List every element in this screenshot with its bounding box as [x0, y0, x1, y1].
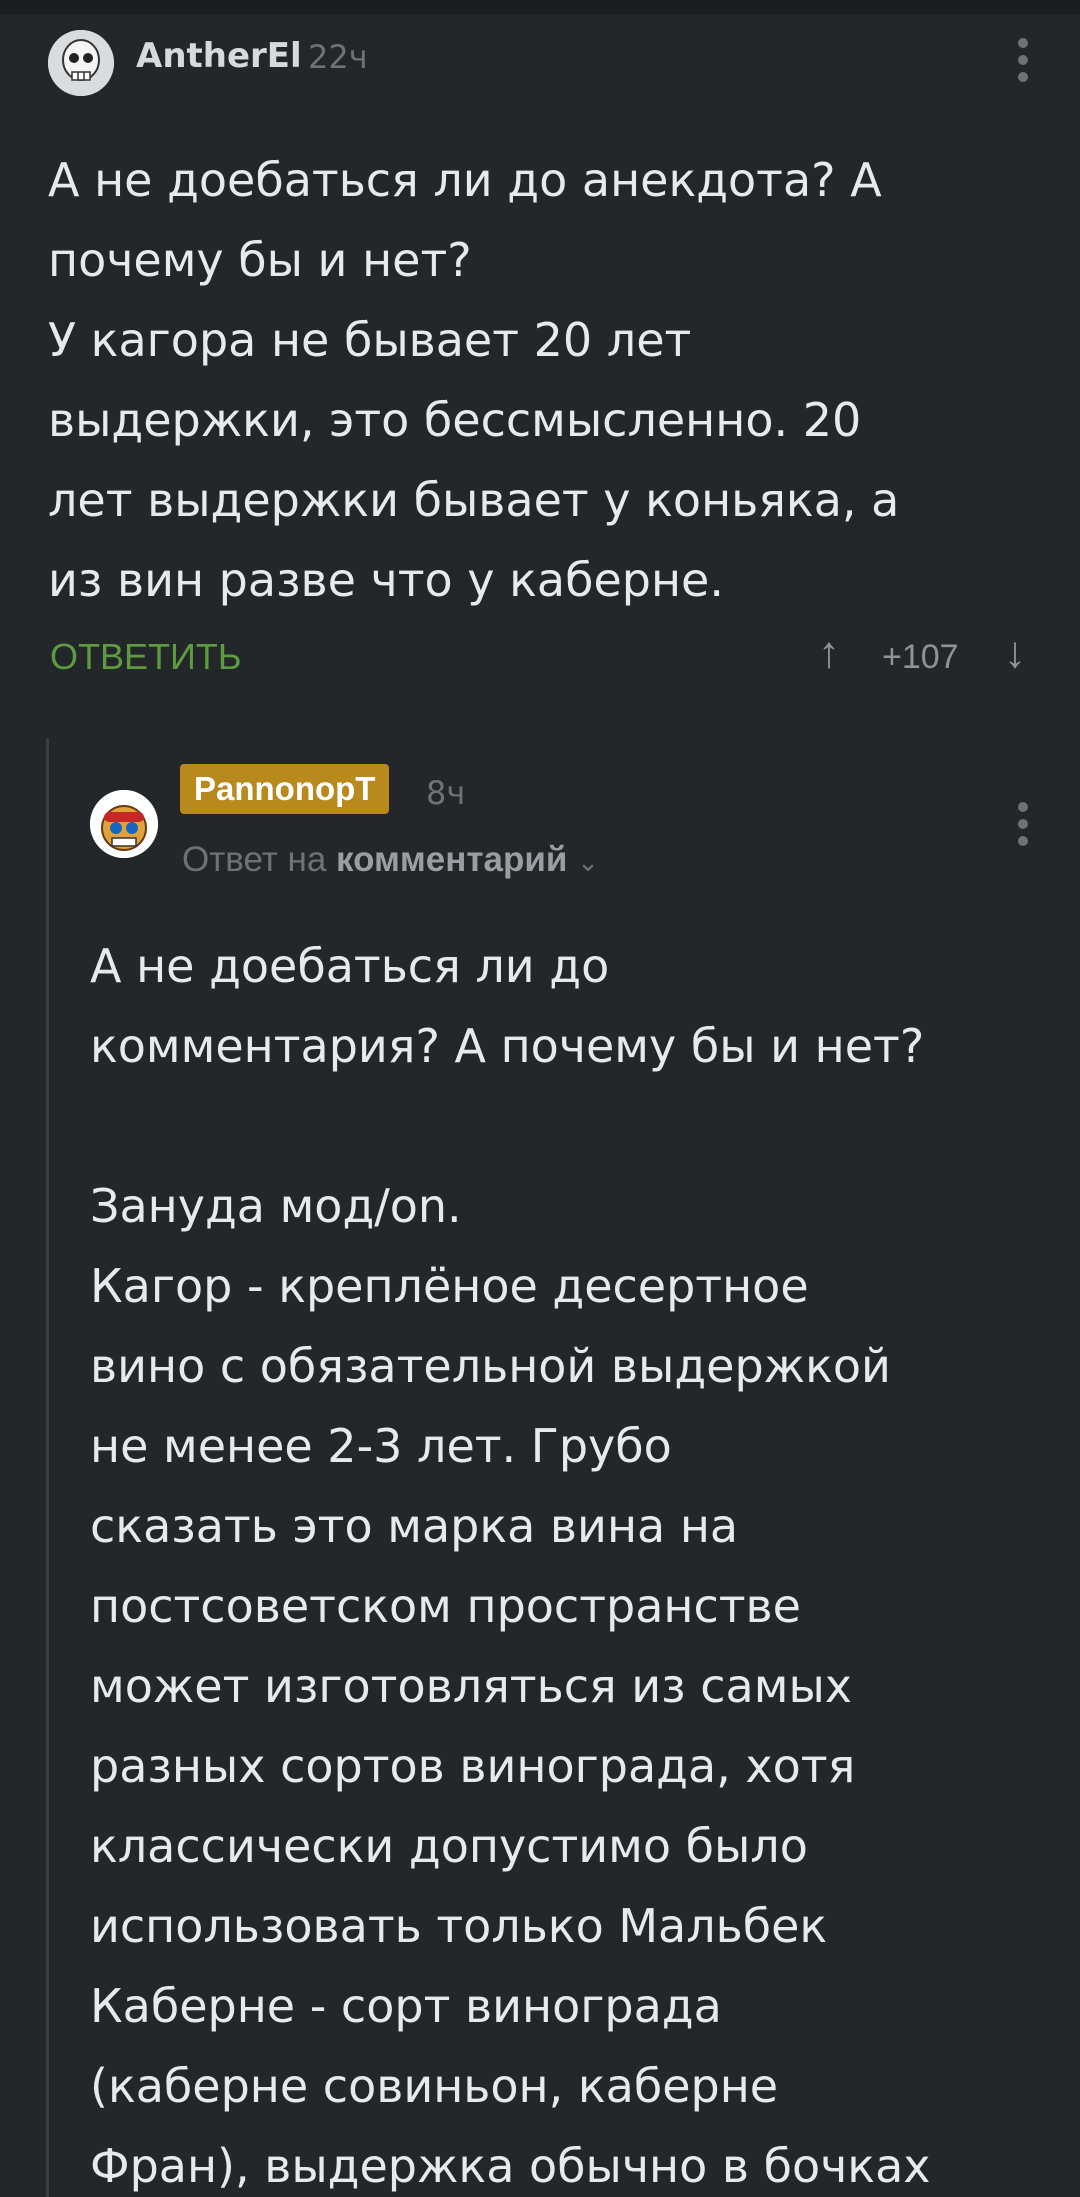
upvote-icon[interactable]: ↑	[818, 628, 840, 678]
comment-text: А не доебаться ли до комментария? А поче…	[90, 939, 931, 2193]
username-badge[interactable]: PannonopT	[180, 764, 390, 814]
reply-to-prefix: Ответ на	[182, 840, 327, 879]
comment-time: 22ч	[308, 38, 368, 76]
chevron-down-icon[interactable]: ⌄	[577, 847, 599, 877]
more-vertical-icon[interactable]	[1008, 802, 1038, 846]
comment-text: А не доебаться ли до анекдота? А почему …	[48, 153, 900, 607]
status-bar-strip	[0, 0, 1080, 14]
rating-count: +107	[882, 638, 959, 676]
more-vertical-icon[interactable]	[1008, 38, 1038, 82]
user-avatar-pannonopt[interactable]	[90, 790, 158, 858]
reply-button[interactable]: ОТВЕТИТЬ	[50, 636, 242, 678]
reply-to-link[interactable]: Ответ на комментарий ⌄	[182, 840, 599, 880]
downvote-icon[interactable]: ↓	[1004, 628, 1026, 678]
comment-time: 8ч	[426, 774, 466, 812]
reply-to-target[interactable]: комментарий	[336, 840, 567, 879]
thread-line	[46, 738, 49, 2197]
username[interactable]: AntherEl	[136, 36, 302, 76]
user-avatar-antherel[interactable]	[48, 30, 114, 96]
